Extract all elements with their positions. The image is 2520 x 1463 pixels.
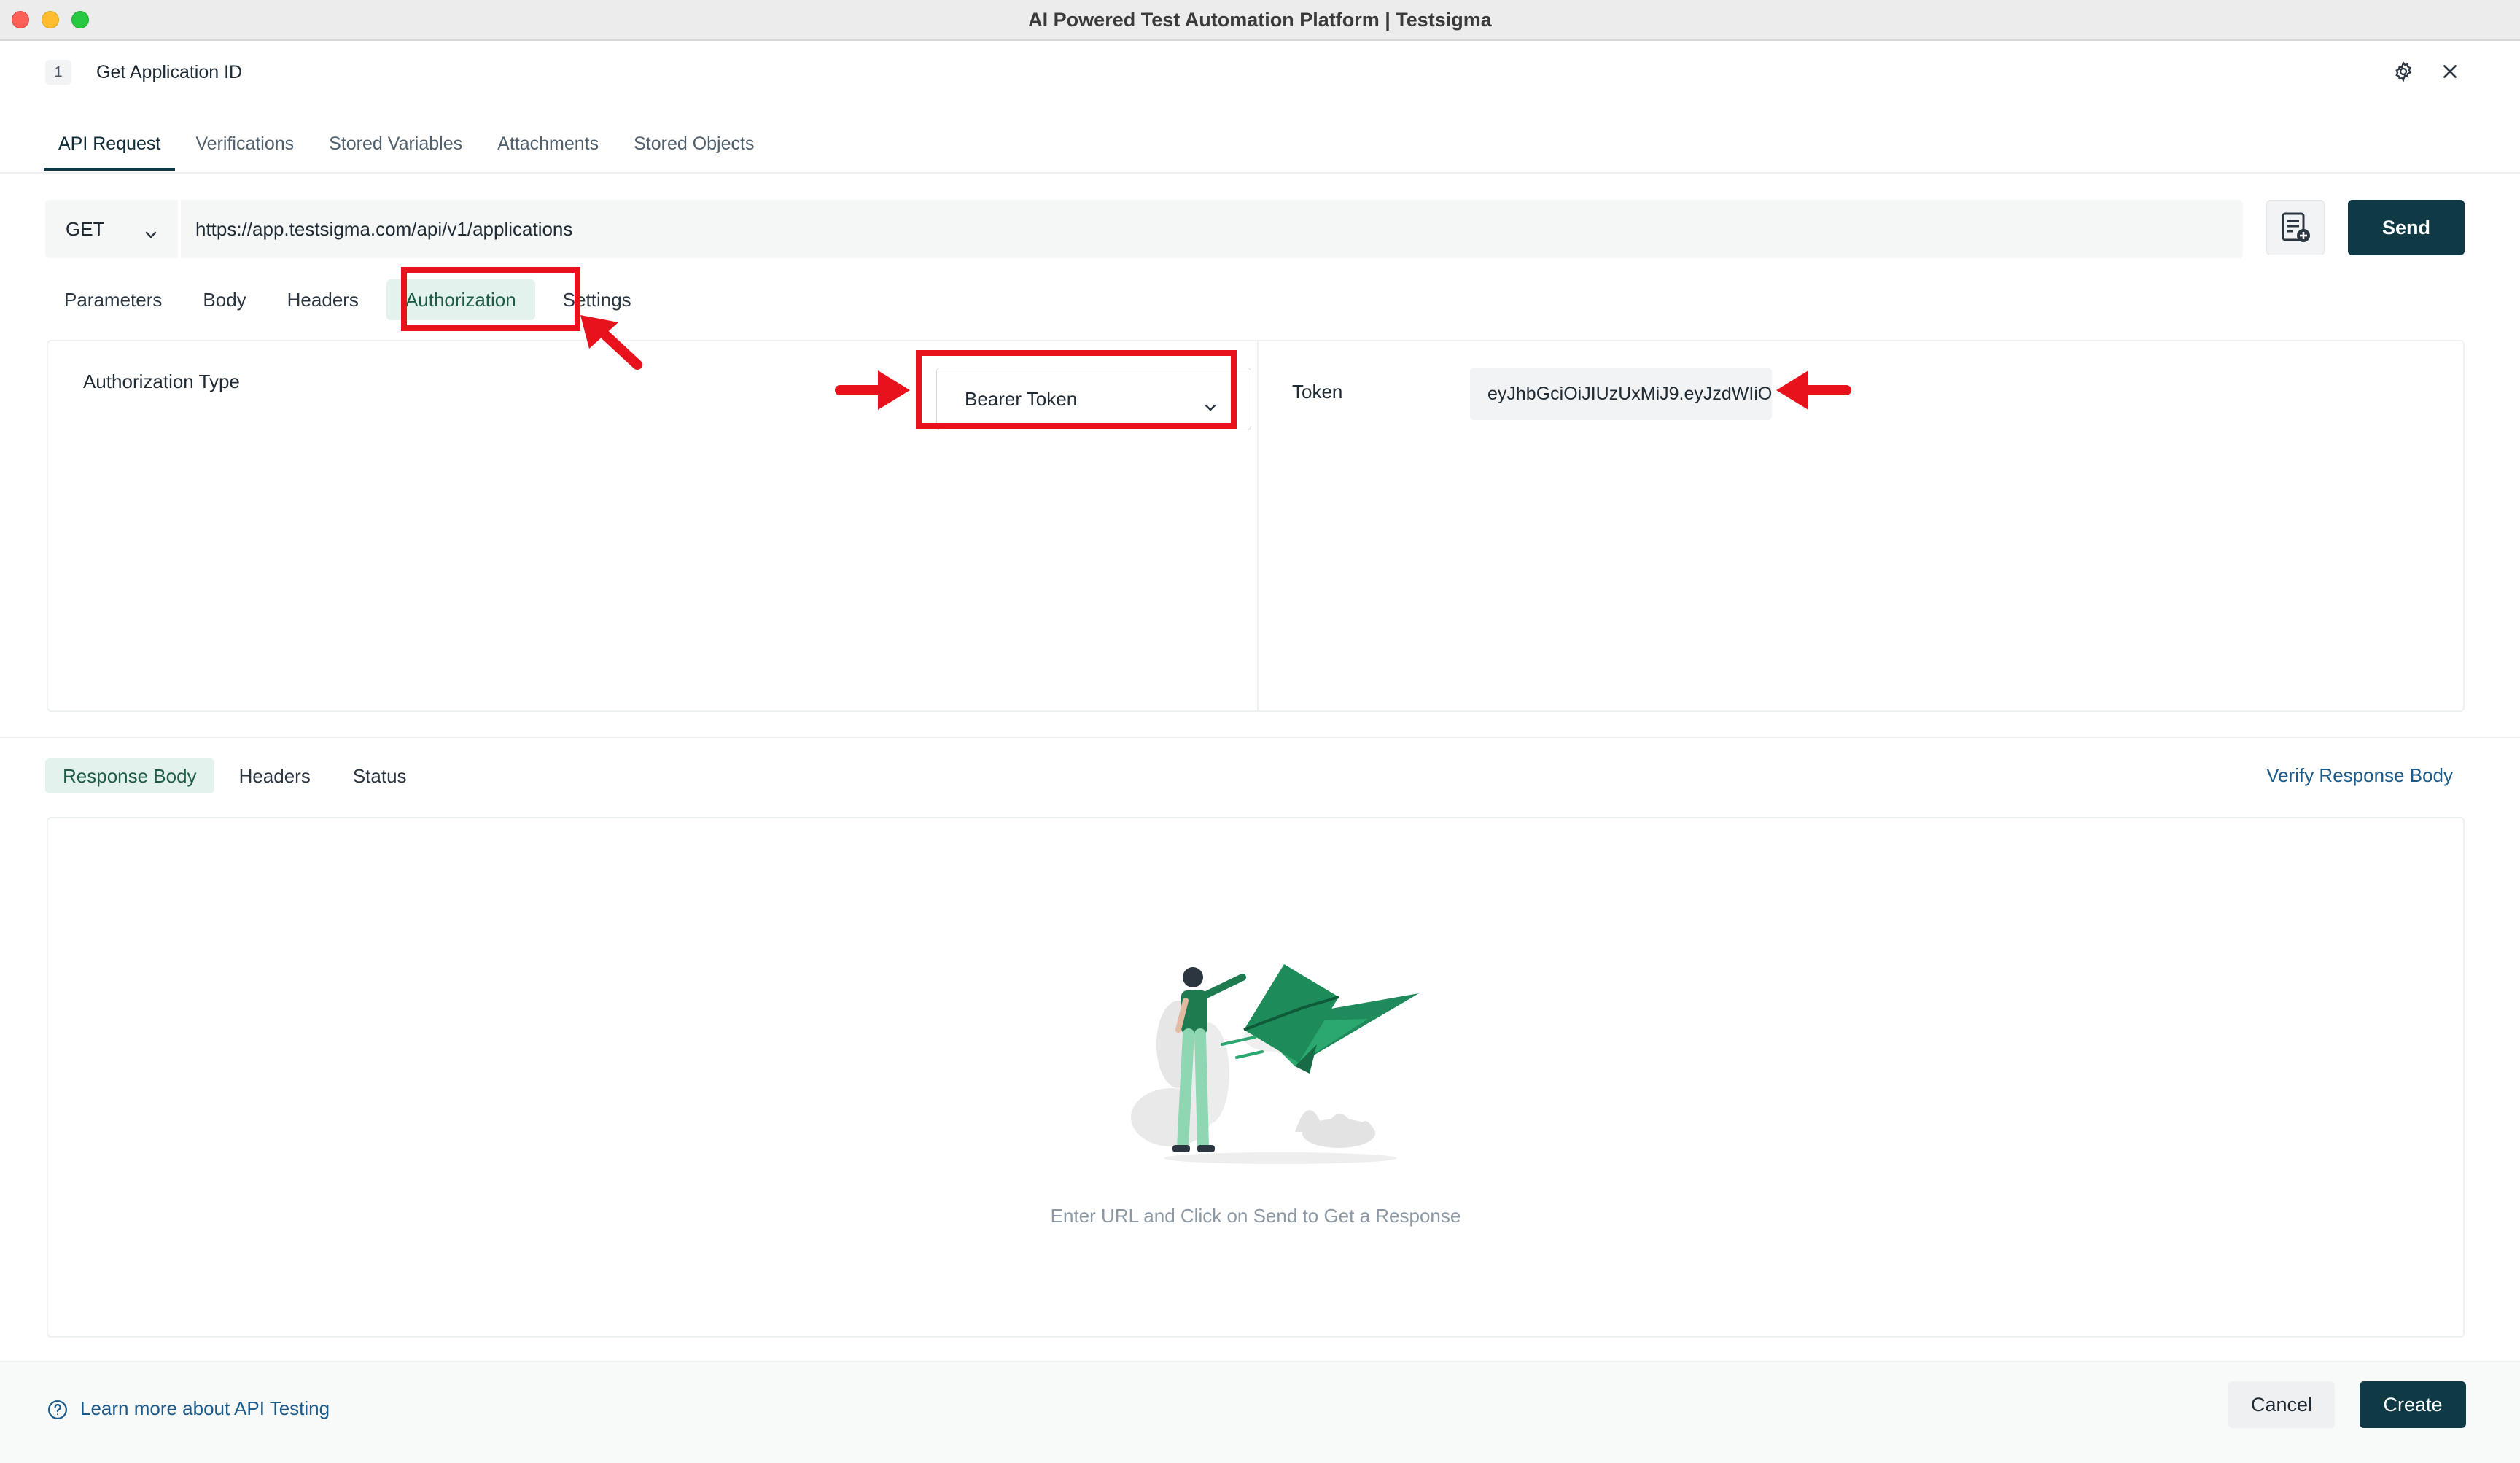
- send-button[interactable]: Send: [2348, 200, 2465, 255]
- response-tabs: Response Body Headers Status: [45, 757, 432, 795]
- document-plus-icon[interactable]: [2266, 200, 2325, 255]
- learn-more-link[interactable]: Learn more about API Testing: [80, 1397, 330, 1420]
- tab-verifications[interactable]: Verifications: [181, 130, 308, 171]
- tab-parameters[interactable]: Parameters: [45, 279, 181, 320]
- tab-stored-variables[interactable]: Stored Variables: [314, 130, 477, 171]
- send-request-illustration: [1131, 964, 1419, 1164]
- step-title: Get Application ID: [96, 62, 243, 82]
- top-tabs: API Request Verifications Stored Variabl…: [44, 130, 774, 171]
- gear-icon[interactable]: [2389, 57, 2418, 86]
- verify-response-body-link[interactable]: Verify Response Body: [2266, 764, 2453, 787]
- tab-api-request[interactable]: API Request: [44, 130, 176, 171]
- footer: Learn more about API Testing Cancel Crea…: [0, 1361, 2520, 1463]
- chevron-down-icon: [1204, 395, 1217, 417]
- method-value: GET: [66, 217, 105, 240]
- authorization-type-value: Bearer Token: [965, 387, 1078, 410]
- close-icon[interactable]: [2435, 57, 2465, 86]
- tab-response-headers[interactable]: Headers: [222, 758, 328, 793]
- chevron-down-icon: [144, 222, 158, 244]
- divider: [0, 172, 2520, 174]
- tab-headers[interactable]: Headers: [268, 279, 378, 320]
- window-titlebar: AI Powered Test Automation Platform | Te…: [0, 0, 2520, 41]
- divider: [0, 737, 2520, 738]
- tab-response-body[interactable]: Response Body: [45, 758, 214, 793]
- response-body-panel: Enter URL and Click on Send to Get a Res…: [47, 817, 2465, 1338]
- step-number-badge: 1: [45, 60, 71, 85]
- tab-body[interactable]: Body: [184, 279, 265, 320]
- url-input[interactable]: [181, 200, 2243, 258]
- create-button[interactable]: Create: [2360, 1381, 2466, 1428]
- divider: [1257, 341, 1259, 710]
- tab-attachments[interactable]: Attachments: [483, 130, 613, 171]
- method-select[interactable]: GET: [45, 200, 178, 258]
- token-label: Token: [1292, 381, 1343, 403]
- empty-response-message: Enter URL and Click on Send to Get a Res…: [1050, 1205, 1461, 1227]
- tab-stored-objects[interactable]: Stored Objects: [619, 130, 769, 171]
- authorization-type-select[interactable]: Bearer Token: [936, 368, 1251, 430]
- authorization-panel: Authorization Type Bearer Token Token: [47, 340, 2465, 712]
- help-circle-icon[interactable]: [47, 1399, 69, 1424]
- tab-response-status[interactable]: Status: [335, 758, 424, 793]
- request-tabs: Parameters Body Headers Authorization Se…: [45, 279, 653, 321]
- tab-settings[interactable]: Settings: [544, 279, 650, 320]
- window-title: AI Powered Test Automation Platform | Te…: [1028, 9, 1492, 31]
- cancel-button[interactable]: Cancel: [2228, 1381, 2335, 1428]
- token-input[interactable]: [1470, 368, 1772, 420]
- tab-authorization[interactable]: Authorization: [386, 279, 535, 320]
- authorization-type-label: Authorization Type: [83, 370, 240, 392]
